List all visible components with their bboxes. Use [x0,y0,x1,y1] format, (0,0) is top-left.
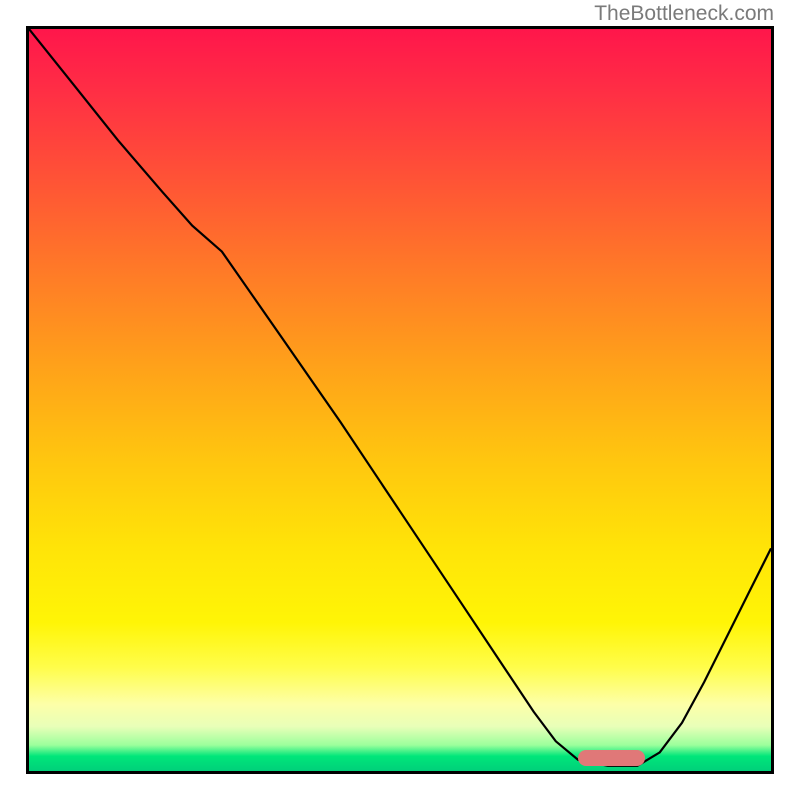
gradient-background [29,29,771,771]
chart-container: TheBottleneck.com [0,0,800,800]
plot-area [26,26,774,774]
watermark-text: TheBottleneck.com [594,2,774,26]
optimal-range-marker [578,750,645,766]
